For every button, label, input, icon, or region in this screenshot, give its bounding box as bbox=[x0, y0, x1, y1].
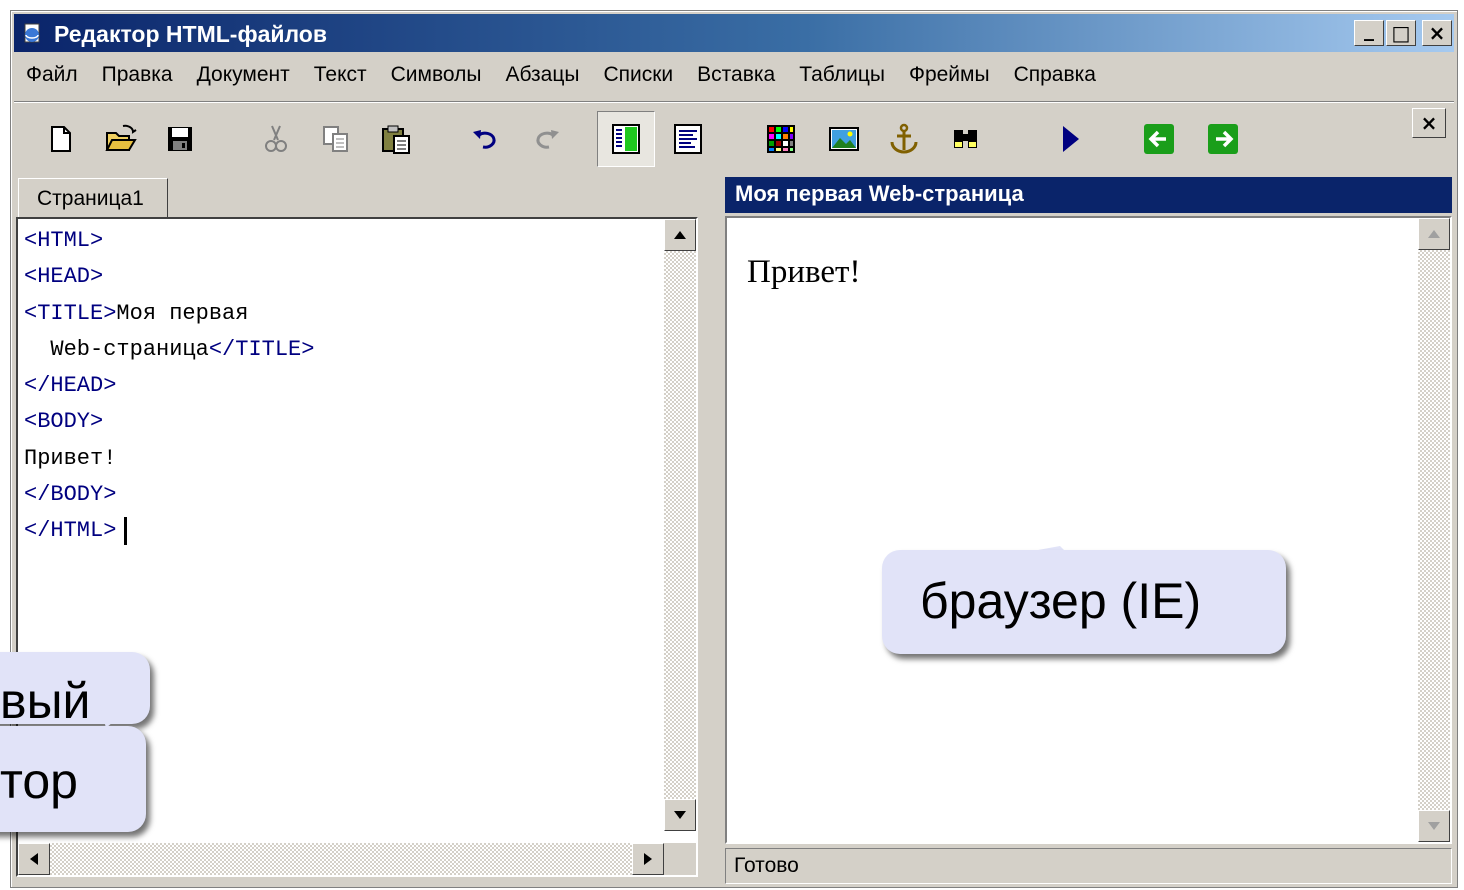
menu-bar: Файл Правка Документ Текст Символы Абзац… bbox=[14, 55, 1454, 95]
scrollbar-corner bbox=[664, 843, 696, 875]
close-icon: × bbox=[1428, 21, 1446, 45]
app-icon bbox=[24, 23, 40, 43]
open-button[interactable] bbox=[98, 117, 142, 161]
scroll-down-button[interactable] bbox=[1418, 810, 1450, 842]
menu-file[interactable]: Файл bbox=[14, 63, 90, 87]
split-view-button[interactable] bbox=[597, 111, 655, 167]
code-line: Web-страница</TITLE> bbox=[24, 336, 315, 362]
code-line: </BODY> bbox=[24, 482, 117, 508]
window-title: Редактор HTML-файлов bbox=[54, 21, 327, 47]
scroll-left-button[interactable] bbox=[18, 843, 50, 875]
editor-horizontal-scrollbar[interactable] bbox=[18, 843, 664, 875]
close-icon: × bbox=[1420, 111, 1438, 135]
callout-editor-text-2: тор bbox=[0, 753, 78, 809]
arrow-right-icon bbox=[644, 853, 652, 865]
toolbar: × bbox=[14, 101, 1454, 174]
text-view-button[interactable] bbox=[666, 117, 710, 161]
callout-editor: тор bbox=[0, 726, 146, 832]
menu-help[interactable]: Справка bbox=[1002, 63, 1108, 87]
split-view-icon bbox=[612, 124, 640, 154]
browser-preview[interactable]: Привет! bbox=[725, 216, 1452, 844]
paste-button[interactable] bbox=[374, 117, 418, 161]
arrow-up-icon bbox=[1428, 230, 1440, 238]
callout-browser: браузер (IE) bbox=[882, 550, 1286, 654]
find-button[interactable] bbox=[944, 117, 988, 161]
toolbar-close-button[interactable]: × bbox=[1412, 108, 1446, 138]
open-folder-icon bbox=[105, 124, 137, 151]
table-button[interactable] bbox=[759, 117, 803, 161]
minimize-icon: _ bbox=[1364, 17, 1374, 41]
arrow-down-icon bbox=[1428, 822, 1440, 830]
code-line: <TITLE>Моя первая bbox=[24, 300, 249, 326]
callout-pointer bbox=[96, 690, 150, 728]
status-bar: Готово bbox=[725, 848, 1452, 884]
maximize-button[interactable]: □ bbox=[1386, 20, 1416, 46]
tab-page1[interactable]: Страница1 bbox=[18, 178, 168, 220]
arrow-left-icon bbox=[30, 853, 38, 865]
copy-icon bbox=[323, 126, 348, 152]
code-line: <BODY> bbox=[24, 409, 104, 435]
redo-icon bbox=[536, 130, 559, 149]
menu-frames[interactable]: Фреймы bbox=[897, 63, 1002, 87]
paste-icon bbox=[382, 125, 410, 154]
code-line: </HTML> bbox=[24, 513, 314, 549]
title-bar[interactable]: Редактор HTML-файлов _ □ × bbox=[14, 14, 1454, 52]
menu-symbols[interactable]: Символы bbox=[379, 63, 494, 87]
arrow-down-icon bbox=[674, 811, 686, 819]
new-file-button[interactable] bbox=[38, 117, 82, 161]
close-button[interactable]: × bbox=[1422, 20, 1452, 46]
scissors-icon bbox=[265, 125, 287, 152]
source-code[interactable]: <HTML> <HEAD> <TITLE>Моя первая Web-страни… bbox=[24, 223, 314, 550]
text-caret bbox=[124, 516, 128, 545]
menu-paragraphs[interactable]: Абзацы bbox=[493, 63, 591, 87]
text-view-icon bbox=[674, 124, 702, 154]
copy-button[interactable] bbox=[314, 117, 358, 161]
browser-vertical-scrollbar[interactable] bbox=[1418, 218, 1450, 842]
menu-insert[interactable]: Вставка bbox=[685, 63, 787, 87]
menu-lists[interactable]: Списки bbox=[591, 63, 685, 87]
play-icon bbox=[1063, 126, 1079, 152]
save-button[interactable] bbox=[158, 117, 202, 161]
tab-strip: Страница1 bbox=[16, 176, 714, 221]
new-file-icon bbox=[51, 126, 71, 152]
back-button[interactable] bbox=[1137, 117, 1181, 161]
rendered-content: Привет! bbox=[747, 254, 861, 290]
run-preview-button[interactable] bbox=[1049, 117, 1093, 161]
insert-image-button[interactable] bbox=[822, 117, 866, 161]
code-line: Привет! bbox=[24, 445, 117, 471]
callout-browser-text: браузер (IE) bbox=[920, 573, 1202, 629]
maximize-icon: □ bbox=[1391, 21, 1411, 45]
save-icon bbox=[168, 127, 192, 151]
scroll-up-button[interactable] bbox=[664, 219, 696, 251]
arrow-right-icon bbox=[1208, 124, 1238, 154]
browser-title-bar: Моя первая Web-страница bbox=[725, 177, 1452, 213]
scroll-down-button[interactable] bbox=[664, 799, 696, 831]
menu-edit[interactable]: Правка bbox=[90, 63, 185, 87]
menu-document[interactable]: Документ bbox=[185, 63, 302, 87]
cut-button[interactable] bbox=[254, 117, 298, 161]
image-icon bbox=[829, 127, 859, 151]
editor-vertical-scrollbar[interactable] bbox=[664, 219, 696, 831]
menu-text[interactable]: Текст bbox=[302, 63, 379, 87]
code-line: <HTML> bbox=[24, 228, 104, 253]
binoculars-icon bbox=[954, 130, 977, 148]
redo-button[interactable] bbox=[524, 117, 568, 161]
arrow-up-icon bbox=[674, 231, 686, 239]
color-table-icon bbox=[767, 125, 795, 153]
undo-icon bbox=[473, 130, 496, 149]
arrow-left-icon bbox=[1144, 124, 1174, 154]
scroll-up-button[interactable] bbox=[1418, 218, 1450, 250]
anchor-icon bbox=[890, 123, 918, 154]
code-line: </HEAD> bbox=[24, 373, 117, 399]
forward-button[interactable] bbox=[1201, 117, 1245, 161]
callout-editor-text-1: вый bbox=[0, 673, 91, 729]
scroll-right-button[interactable] bbox=[632, 843, 664, 875]
menu-tables[interactable]: Таблицы bbox=[787, 63, 897, 87]
minimize-button[interactable]: _ bbox=[1354, 17, 1384, 46]
insert-anchor-button[interactable] bbox=[882, 117, 926, 161]
code-line: <HEAD> bbox=[24, 264, 104, 290]
undo-button[interactable] bbox=[464, 117, 508, 161]
